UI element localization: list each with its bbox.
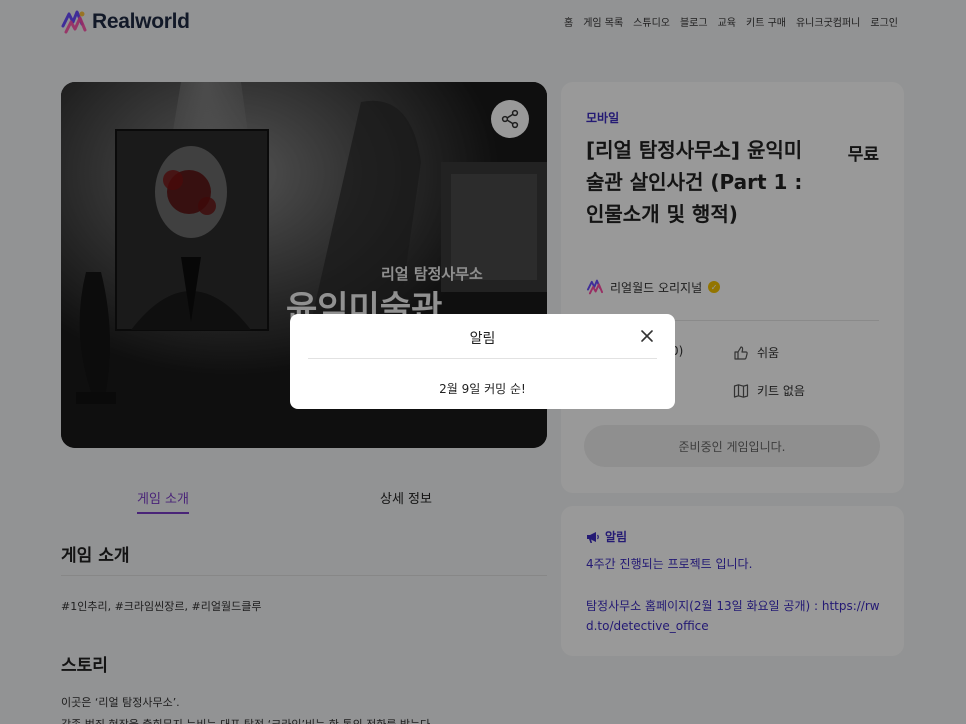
modal-divider [308,358,657,359]
modal-close-button[interactable] [639,328,655,344]
modal-message: 2월 9일 커밍 순! [439,382,526,396]
close-icon [641,330,653,342]
modal-title: 알림 [469,331,496,347]
notice-modal: 알림 2월 9일 커밍 순! [290,314,675,409]
